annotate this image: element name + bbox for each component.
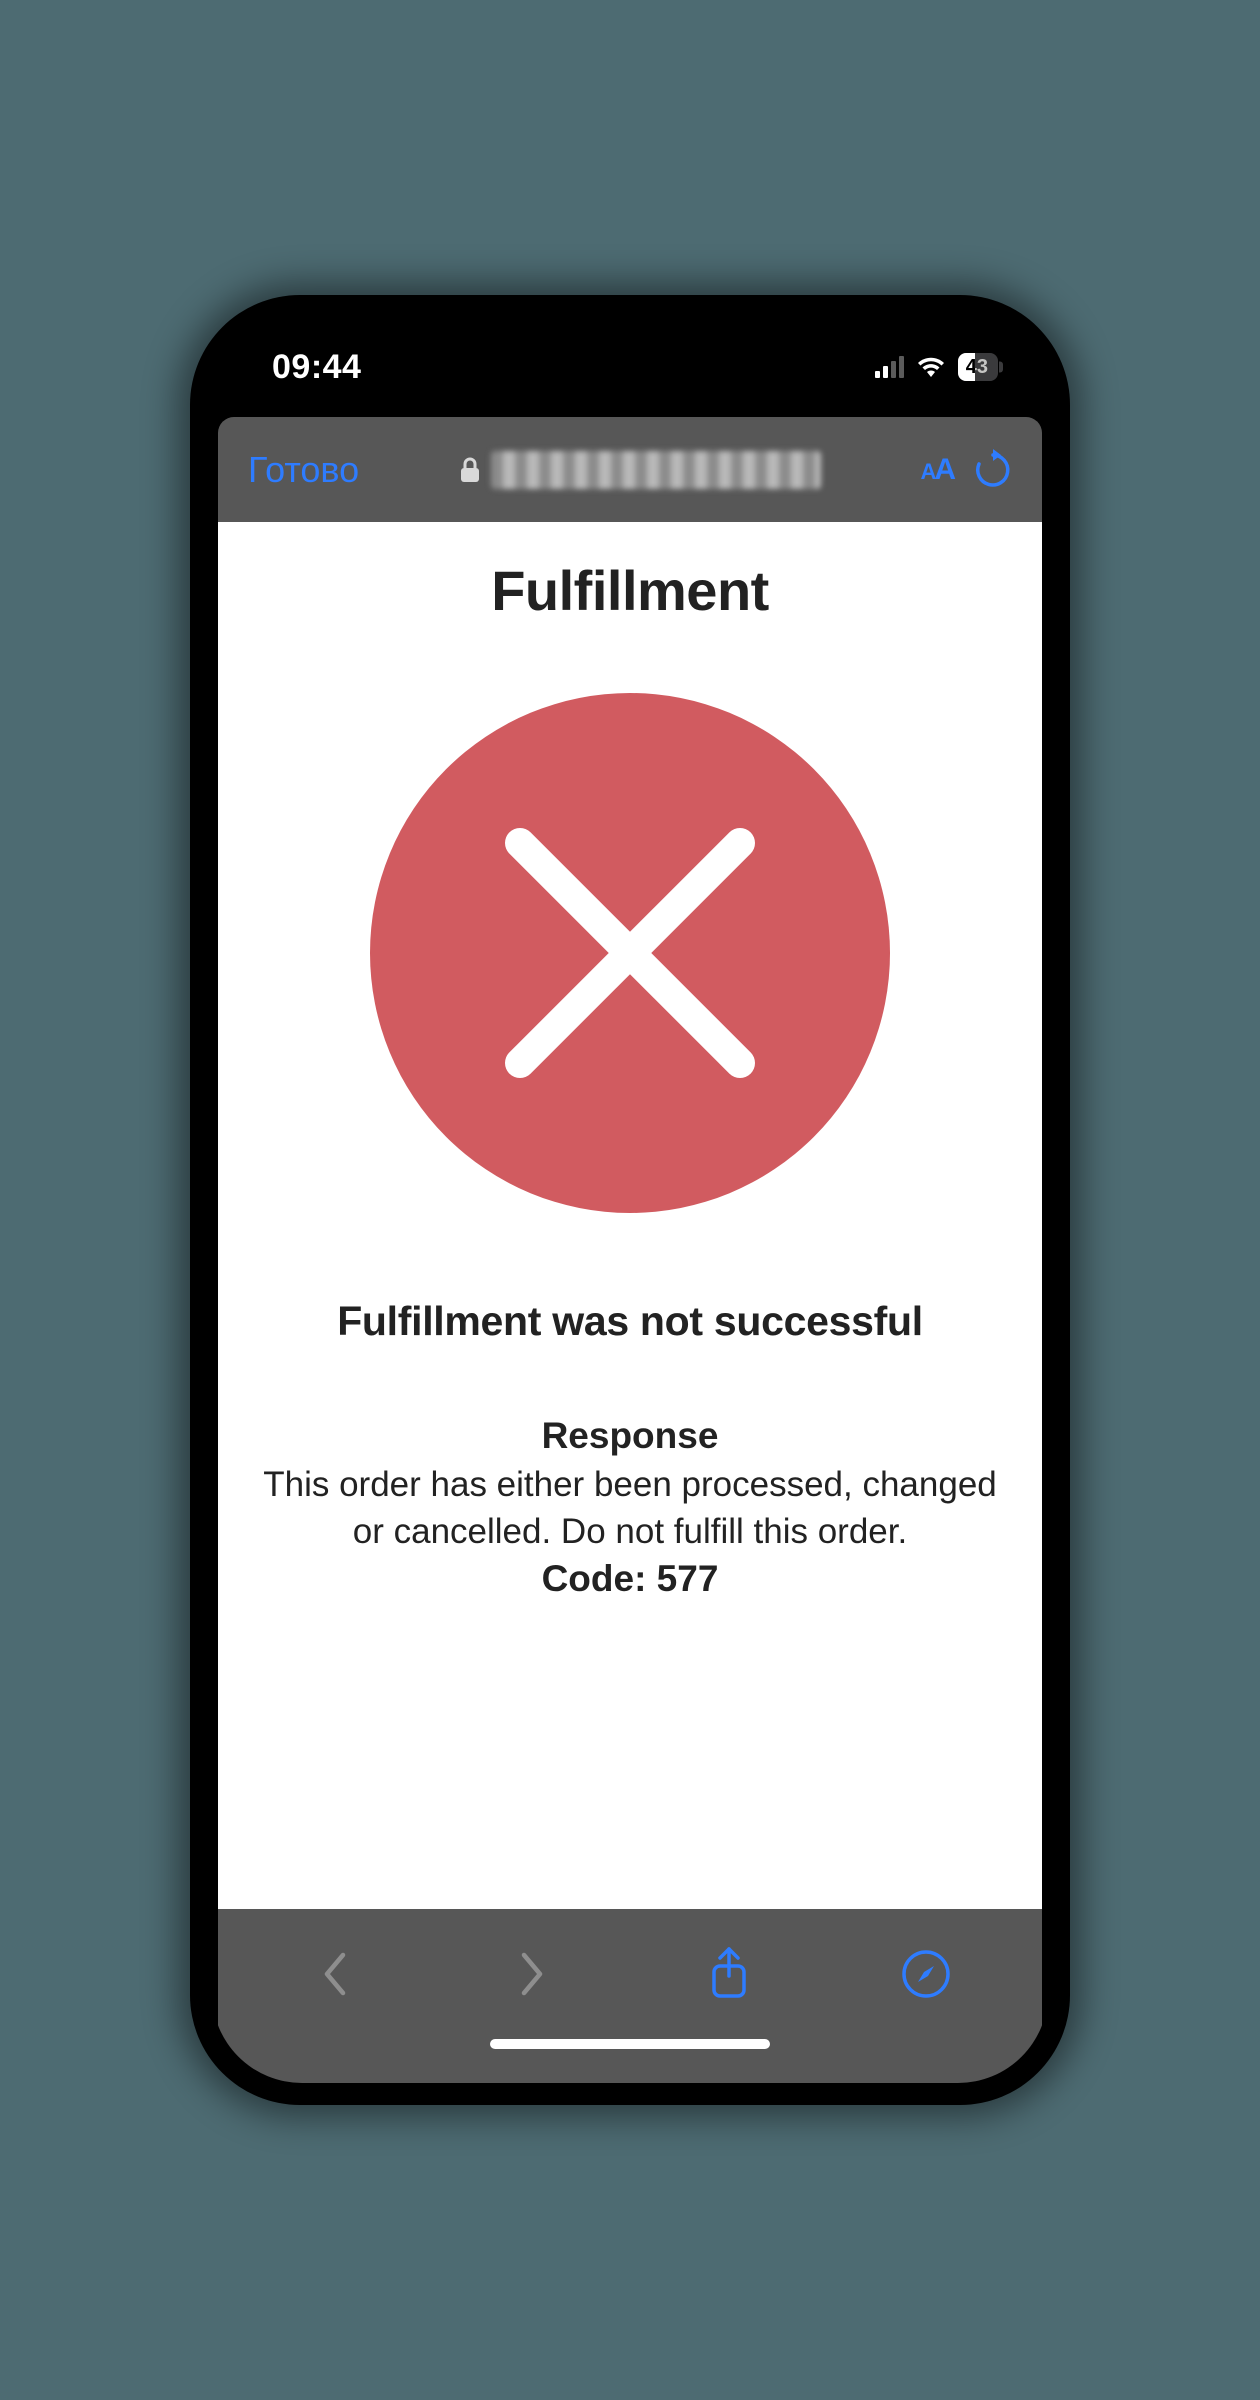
response-heading: Response [218,1415,1042,1457]
response-code: Code: 577 [218,1558,1042,1600]
battery-indicator: 43 [958,353,998,381]
lock-icon [459,456,481,484]
error-cross-icon [370,693,890,1213]
phone-frame: 09:44 43 [190,295,1070,2105]
text-size-button[interactable]: AA [920,453,954,487]
viewport: 09:44 43 [0,0,1260,2400]
reload-button[interactable] [974,449,1012,491]
cellular-signal-icon [875,356,904,378]
page-title: Fulfillment [491,558,769,623]
share-button[interactable] [700,1945,758,2003]
phone-screen: 09:44 43 [212,317,1048,2083]
browser-header: Готово AA [218,417,1042,522]
back-button[interactable] [306,1945,364,2003]
status-message: Fulfillment was not successful [337,1298,923,1345]
status-time: 09:44 [272,348,361,387]
done-button[interactable]: Готово [248,449,359,491]
page-content: Fulfillment Fulfillment was not successf… [218,522,1042,1909]
response-text: This order has either been processed, ch… [218,1461,1042,1556]
wifi-icon [916,356,946,378]
open-in-safari-button[interactable] [897,1945,955,2003]
status-indicators: 43 [875,353,998,381]
battery-percent: 43 [963,356,991,379]
response-block: Response This order has either been proc… [218,1415,1042,1600]
home-indicator-area [218,2039,1042,2083]
address-url-obscured [491,451,821,489]
home-indicator[interactable] [490,2039,770,2049]
browser-toolbar [218,1909,1042,2039]
forward-button[interactable] [503,1945,561,2003]
status-bar: 09:44 43 [212,317,1048,417]
address-bar[interactable] [379,451,900,489]
